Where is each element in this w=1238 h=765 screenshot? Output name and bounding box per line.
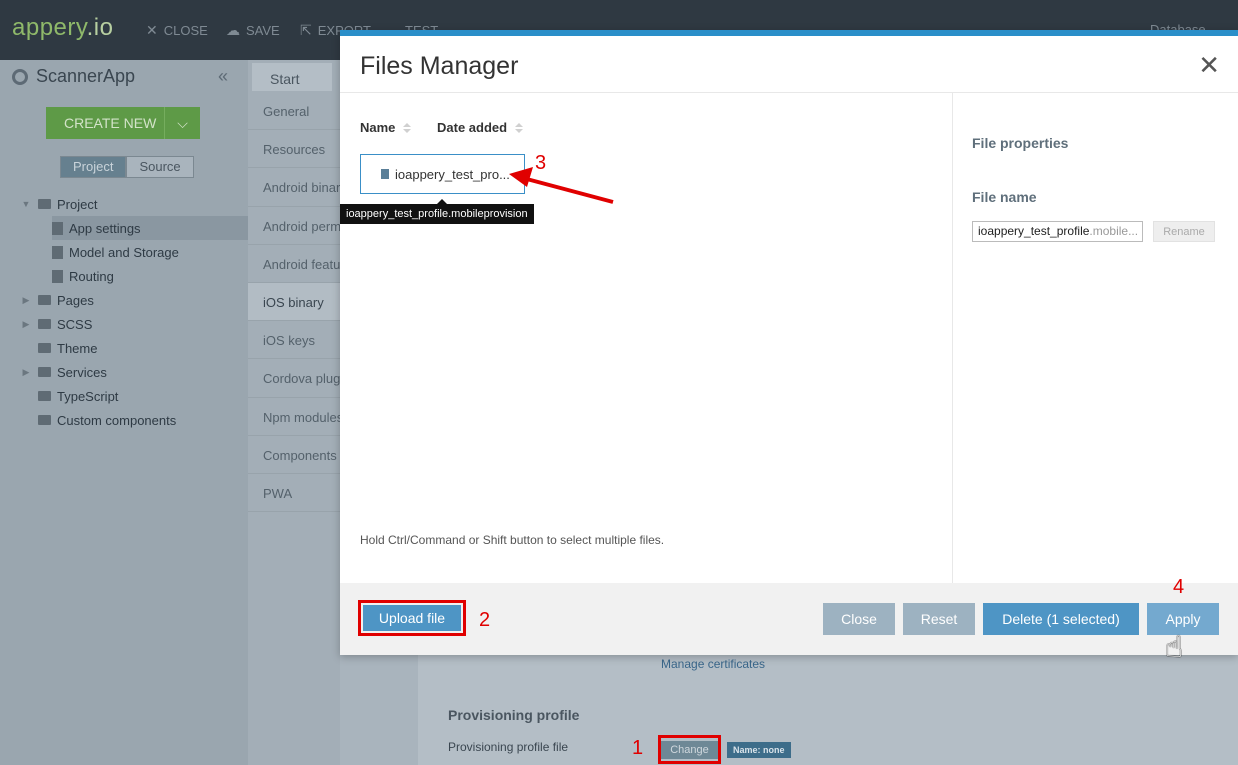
file-icon	[52, 245, 63, 259]
sort-icon[interactable]	[515, 122, 524, 133]
tree-item-custom-components[interactable]: Custom components	[20, 408, 176, 432]
folder-icon	[38, 367, 51, 377]
file-icon	[381, 169, 389, 179]
save-button[interactable]: ☁ SAVE	[226, 22, 280, 39]
nav-android-permissions[interactable]: Android permissions	[248, 207, 340, 245]
close-icon: ✕	[146, 22, 158, 38]
tree-item-app-settings[interactable]: App settings	[52, 216, 248, 240]
project-title: ScannerApp	[12, 66, 135, 87]
caret-right-icon[interactable]: ▶	[20, 367, 32, 378]
close-project-button[interactable]: ✕ CLOSE	[146, 22, 208, 39]
provisioning-profile-heading: Provisioning profile	[448, 707, 580, 723]
rename-button[interactable]: Rename	[1153, 221, 1215, 242]
caret-right-icon[interactable]: ▶	[20, 319, 32, 330]
nav-pwa[interactable]: PWA	[248, 474, 340, 513]
caret-down-icon[interactable]: ▼	[20, 199, 32, 209]
hand-cursor-icon: ☝	[1165, 631, 1184, 664]
create-new-button[interactable]: CREATE NEW ⌵	[46, 107, 200, 139]
project-sidebar: ScannerApp « CREATE NEW ⌵ Project Source …	[0, 60, 248, 765]
source-view-tab[interactable]: Source	[126, 156, 194, 178]
cloud-save-icon: ☁	[226, 22, 240, 38]
nav-npm-modules[interactable]: Npm modules	[248, 398, 340, 436]
files-manager-dialog: Files Manager ✕ Name Date added ioappery…	[340, 30, 1238, 655]
file-icon	[52, 221, 63, 235]
change-profile-button[interactable]: Change	[661, 740, 718, 759]
appery-logo: appery.io	[12, 14, 114, 41]
upload-file-button[interactable]: Upload file	[363, 605, 461, 631]
nav-ios-keys[interactable]: iOS keys	[248, 321, 340, 360]
tree-item-model-storage[interactable]: Model and Storage	[52, 240, 179, 264]
folder-icon	[38, 295, 51, 305]
provisioning-profile-file-label: Provisioning profile file	[448, 740, 569, 754]
nav-general[interactable]: General	[248, 92, 340, 131]
folder-icon	[38, 199, 51, 209]
manage-certificates-link[interactable]: Manage certificates	[661, 657, 765, 671]
profile-name-badge: Name: none	[727, 742, 791, 758]
tree-item-scss[interactable]: ▶ SCSS	[20, 312, 93, 336]
folder-icon	[38, 391, 51, 401]
tree-item-project[interactable]: ▼ Project	[20, 192, 98, 216]
tree-item-services[interactable]: ▶ Services	[20, 360, 107, 384]
multi-select-hint: Hold Ctrl/Command or Shift button to sel…	[360, 533, 665, 547]
dialog-title: Files Manager	[360, 52, 519, 80]
file-name-input[interactable]: ioappery_test_profile .mobile...	[972, 221, 1143, 242]
file-icon	[52, 269, 63, 283]
nav-android-features[interactable]: Android features	[248, 245, 340, 283]
project-icon	[12, 68, 28, 85]
tab-start[interactable]: Start	[252, 63, 332, 91]
change-profile-button-highlight[interactable]: Change	[658, 735, 721, 764]
nav-resources[interactable]: Resources	[248, 130, 340, 169]
file-properties-pane: File properties File name ioappery_test_…	[952, 93, 1238, 583]
file-item[interactable]: ioappery_test_pro...	[360, 154, 525, 194]
nav-cordova-plugins[interactable]: Cordova plugins	[248, 359, 340, 398]
annotation-step-4: 4	[1173, 576, 1185, 598]
reset-button[interactable]: Reset	[903, 603, 975, 635]
collapse-sidebar-icon[interactable]: «	[218, 66, 228, 87]
delete-button[interactable]: Delete (1 selected)	[983, 603, 1139, 635]
tree-item-pages[interactable]: ▶ Pages	[20, 288, 94, 312]
file-properties-title: File properties	[972, 135, 1069, 151]
annotation-arrow	[509, 167, 614, 204]
settings-nav: General Resources Android binary Android…	[248, 92, 340, 513]
chevron-down-icon[interactable]: ⌵	[164, 107, 200, 139]
close-icon[interactable]: ✕	[1198, 52, 1220, 78]
dialog-footer: Upload file Close Reset Delete (1 select…	[340, 583, 1238, 655]
project-view-tab[interactable]: Project	[60, 156, 127, 178]
column-date-added-header[interactable]: Date added	[437, 120, 524, 135]
caret-right-icon[interactable]: ▶	[20, 295, 32, 306]
file-name-label: File name	[972, 189, 1037, 205]
sort-icon[interactable]	[403, 122, 412, 133]
column-name-header[interactable]: Name	[360, 120, 412, 135]
annotation-step-1: 1	[632, 737, 644, 759]
file-list-pane: Name Date added ioappery_test_pro... ioa…	[340, 93, 952, 583]
folder-icon	[38, 319, 51, 329]
upload-button-highlight[interactable]: Upload file	[358, 600, 466, 636]
export-icon: ⇱	[300, 22, 312, 38]
nav-ios-binary[interactable]: iOS binary	[248, 282, 340, 322]
nav-android-binary[interactable]: Android binary	[248, 168, 340, 207]
tree-item-theme[interactable]: Theme	[20, 336, 97, 360]
close-button[interactable]: Close	[823, 603, 895, 635]
tree-item-typescript[interactable]: TypeScript	[20, 384, 118, 408]
tree-item-routing[interactable]: Routing	[52, 264, 114, 288]
view-toggle: Project Source	[60, 156, 194, 178]
annotation-step-2: 2	[479, 609, 491, 631]
nav-components[interactable]: Components	[248, 436, 340, 474]
folder-icon	[38, 343, 51, 353]
folder-icon	[38, 415, 51, 425]
